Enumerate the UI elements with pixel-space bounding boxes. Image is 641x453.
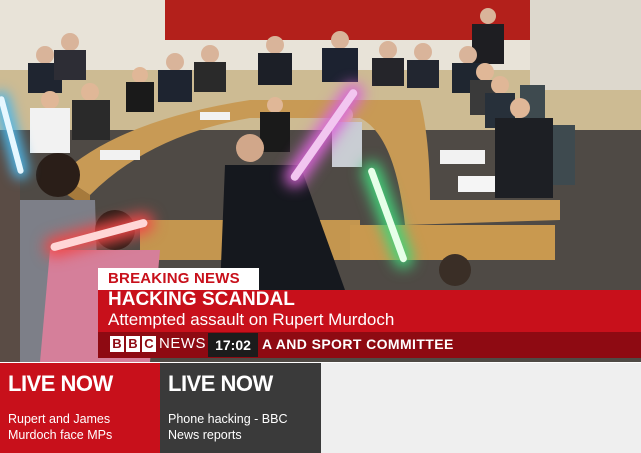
live-now-heading: LIVE NOW <box>168 371 273 396</box>
subheadline: Attempted assault on Rupert Murdoch <box>108 310 395 329</box>
news-wordmark: NEWS <box>159 335 206 352</box>
headline: HACKING SCANDAL <box>108 289 295 310</box>
ticker-text: A AND SPORT COMMITTEE <box>262 336 454 352</box>
live-now-heading: LIVE NOW <box>8 371 113 396</box>
live-tile-phone-hacking[interactable]: LIVE NOW Phone hacking - BBC News report… <box>160 363 321 453</box>
live-tile-description: Phone hacking - BBC News reports <box>168 412 288 442</box>
live-tile-description: Rupert and James Murdoch face MPs <box>8 412 113 442</box>
empty-panel <box>321 363 641 453</box>
clock: 17:02 <box>208 333 258 357</box>
live-tile-murdoch[interactable]: LIVE NOW Rupert and James Murdoch face M… <box>0 363 160 453</box>
bbc-logo: B B C <box>110 336 156 352</box>
video-player[interactable]: BREAKING NEWS HACKING SCANDAL Attempted … <box>0 0 641 362</box>
bbc-logo-letter: C <box>142 336 156 352</box>
breaking-news-label: BREAKING NEWS <box>98 268 259 290</box>
bbc-logo-letter: B <box>126 336 140 352</box>
bbc-logo-letter: B <box>110 336 124 352</box>
